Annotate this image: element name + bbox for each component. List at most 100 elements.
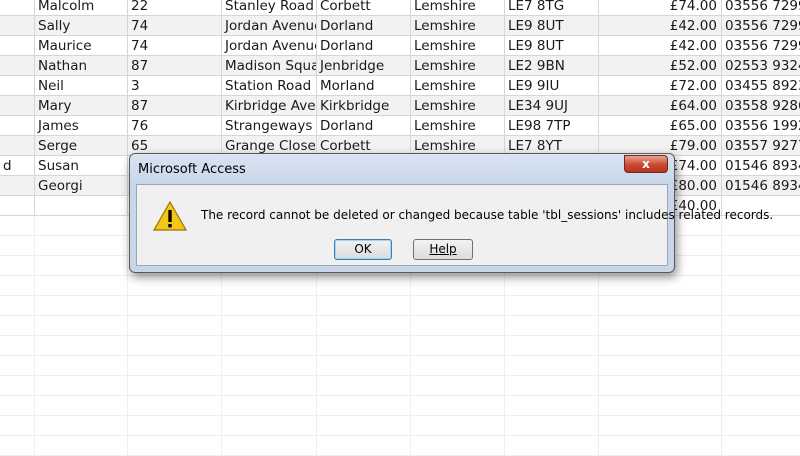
cell-county[interactable] — [411, 436, 505, 456]
dialog-titlebar[interactable]: Microsoft Access x — [130, 154, 674, 184]
empty-row[interactable] — [0, 336, 800, 356]
cell-prefix[interactable] — [0, 16, 35, 36]
cell-fee[interactable] — [599, 296, 722, 316]
cell-phone[interactable] — [722, 416, 800, 436]
cell-county[interactable] — [411, 416, 505, 436]
cell-house[interactable]: 74 — [128, 36, 222, 56]
cell-fee[interactable]: £52.00 — [599, 56, 722, 76]
cell-postcode[interactable]: LE9 8UT — [505, 16, 599, 36]
cell-first-name[interactable] — [35, 316, 128, 336]
cell-county[interactable] — [411, 296, 505, 316]
cell-postcode[interactable] — [505, 356, 599, 376]
empty-row[interactable] — [0, 356, 800, 376]
cell-phone[interactable] — [722, 296, 800, 316]
cell-fee[interactable] — [599, 316, 722, 336]
cell-prefix[interactable] — [0, 36, 35, 56]
cell-county[interactable] — [411, 316, 505, 336]
cell-house[interactable] — [128, 396, 222, 416]
cell-first-name[interactable] — [35, 376, 128, 396]
cell-prefix[interactable] — [0, 416, 35, 436]
cell-phone[interactable]: 03557 927756 — [722, 136, 800, 156]
cell-house[interactable] — [128, 376, 222, 396]
cell-prefix[interactable] — [0, 76, 35, 96]
cell-fee[interactable]: £42.00 — [599, 36, 722, 56]
cell-phone[interactable]: 02553 932474 — [722, 56, 800, 76]
cell-town[interactable]: Dorland — [317, 16, 411, 36]
cell-county[interactable] — [411, 276, 505, 296]
cell-county[interactable]: Lemshire — [411, 36, 505, 56]
cell-postcode[interactable]: LE9 9IU — [505, 76, 599, 96]
cell-first-name[interactable] — [35, 256, 128, 276]
cell-prefix[interactable] — [0, 316, 35, 336]
cell-phone[interactable] — [722, 336, 800, 356]
cell-first-name[interactable] — [35, 356, 128, 376]
cell-house[interactable] — [128, 296, 222, 316]
cell-fee[interactable] — [599, 276, 722, 296]
cell-fee[interactable] — [599, 336, 722, 356]
cell-town[interactable] — [317, 396, 411, 416]
cell-prefix[interactable] — [0, 236, 35, 256]
cell-house[interactable]: 76 — [128, 116, 222, 136]
close-button[interactable]: x — [624, 155, 668, 173]
table-row[interactable]: Mary87Kirbridge AvenueKirkbridgeLemshire… — [0, 96, 800, 116]
cell-postcode[interactable]: LE34 9UJ — [505, 96, 599, 116]
cell-fee[interactable] — [599, 436, 722, 456]
cell-first-name[interactable]: Neil — [35, 76, 128, 96]
cell-prefix[interactable] — [0, 376, 35, 396]
cell-phone[interactable] — [722, 356, 800, 376]
cell-postcode[interactable] — [505, 376, 599, 396]
cell-town[interactable]: Morland — [317, 76, 411, 96]
cell-first-name[interactable]: Georgi — [35, 176, 128, 196]
table-row[interactable]: Sally 74 Jordan Avenue Dorland Lemshire LE9 8… — [0, 16, 800, 36]
cell-fee[interactable]: £65.00 — [599, 116, 722, 136]
cell-first-name[interactable] — [35, 396, 128, 416]
cell-first-name[interactable]: Serge — [35, 136, 128, 156]
table-row[interactable]: Maurice 74 Jordan Avenue Dorland Lemshire LE9… — [0, 36, 800, 56]
cell-house[interactable]: 87 — [128, 96, 222, 116]
cell-postcode[interactable]: LE7 8TG — [505, 0, 599, 16]
cell-house[interactable]: 87 — [128, 56, 222, 76]
empty-row[interactable] — [0, 296, 800, 316]
cell-first-name[interactable]: Sally — [35, 16, 128, 36]
cell-phone[interactable]: 03556 729913 — [722, 36, 800, 56]
cell-phone[interactable]: 01546 893455 — [722, 176, 800, 196]
cell-house[interactable] — [128, 316, 222, 336]
cell-house[interactable] — [128, 336, 222, 356]
cell-county[interactable] — [411, 376, 505, 396]
cell-town[interactable] — [317, 416, 411, 436]
cell-first-name[interactable] — [35, 416, 128, 436]
cell-phone[interactable]: 03558 928645 — [722, 96, 800, 116]
cell-prefix[interactable] — [0, 436, 35, 456]
cell-town[interactable]: Dorland — [317, 36, 411, 56]
empty-row[interactable] — [0, 316, 800, 336]
ok-button[interactable]: OK — [334, 239, 392, 260]
cell-first-name[interactable] — [35, 236, 128, 256]
empty-row[interactable] — [0, 396, 800, 416]
cell-prefix[interactable] — [0, 356, 35, 376]
table-row[interactable]: Nathan87Madison SquareJenbridgeLemshireL… — [0, 56, 800, 76]
cell-house[interactable]: 3 — [128, 76, 222, 96]
cell-phone[interactable]: 03556 729913 — [722, 0, 800, 16]
cell-fee[interactable] — [599, 376, 722, 396]
cell-first-name[interactable]: Malcolm — [35, 0, 128, 16]
cell-prefix[interactable] — [0, 336, 35, 356]
cell-first-name[interactable]: Susan — [35, 156, 128, 176]
cell-town[interactable]: Dorland — [317, 116, 411, 136]
cell-fee[interactable]: £42.00 — [599, 16, 722, 36]
cell-street[interactable]: Strangeways — [222, 116, 317, 136]
cell-postcode[interactable] — [505, 416, 599, 436]
cell-prefix[interactable] — [0, 256, 35, 276]
cell-prefix[interactable] — [0, 96, 35, 116]
cell-street[interactable] — [222, 296, 317, 316]
cell-prefix[interactable] — [0, 176, 35, 196]
cell-first-name[interactable]: Nathan — [35, 56, 128, 76]
cell-county[interactable]: Lemshire — [411, 76, 505, 96]
cell-street[interactable] — [222, 316, 317, 336]
cell-phone[interactable] — [722, 436, 800, 456]
cell-town[interactable]: Corbett — [317, 0, 411, 16]
cell-house[interactable] — [128, 416, 222, 436]
cell-postcode[interactable] — [505, 336, 599, 356]
cell-phone[interactable]: 01546 893455 — [722, 156, 800, 176]
table-row[interactable]: James 76 Strangeways Dorland Lemshire LE98 7T… — [0, 116, 800, 136]
table-row[interactable]: Malcolm 22 Stanley Road Corbett Lemshire LE7 … — [0, 0, 800, 16]
